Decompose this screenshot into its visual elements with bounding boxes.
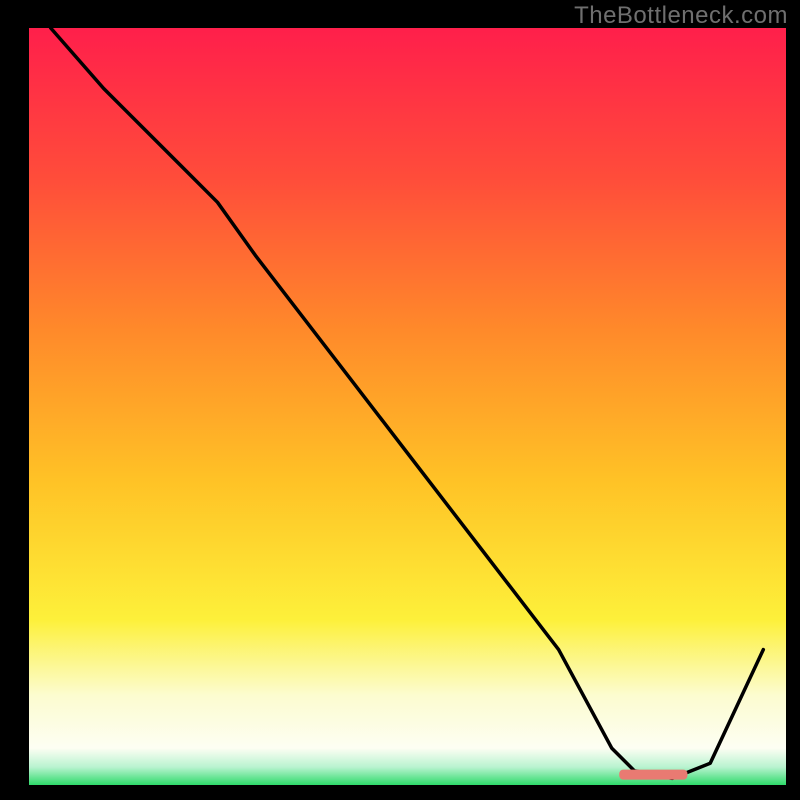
watermark-text: TheBottleneck.com xyxy=(574,2,788,30)
chart-container: TheBottleneck.com xyxy=(0,0,800,800)
optimum-marker xyxy=(619,770,687,780)
plot-background xyxy=(28,28,786,786)
chart-svg xyxy=(0,0,800,800)
